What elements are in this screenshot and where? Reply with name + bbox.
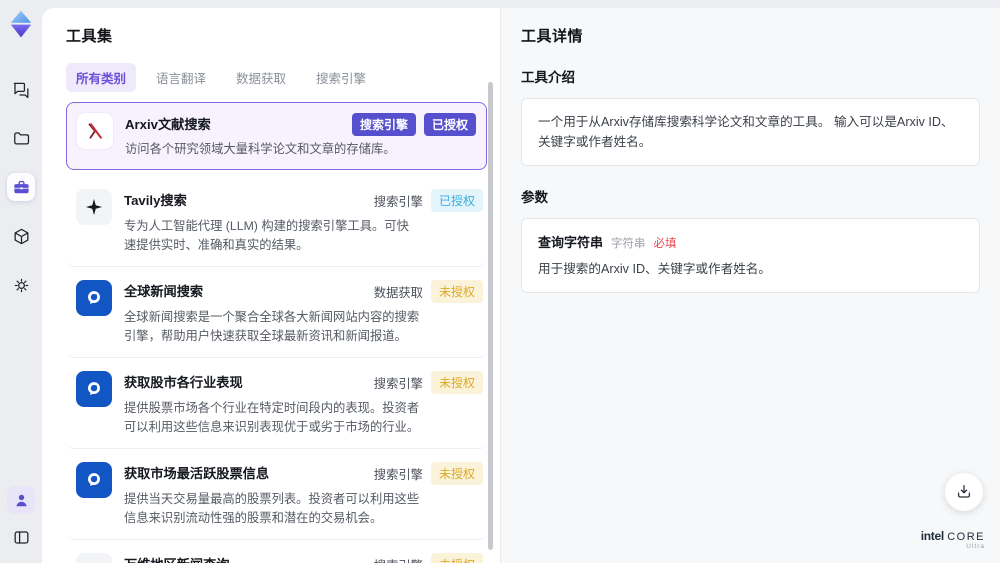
app-root: 工具集 所有类别 语言翻译 数据获取 搜索引擎 Arxiv文献搜索 搜索引擎 已… [0,0,1000,563]
sidebar-item-files[interactable] [7,124,35,152]
tool-status-badge: 已授权 [423,113,476,136]
tool-card-arxiv[interactable]: Arxiv文献搜索 搜索引擎 已授权 访问各个研究领域大量科学论文和文章的存储库… [66,102,487,171]
detail-title: 工具详情 [521,28,584,45]
list-scrollbar[interactable] [488,82,493,550]
tool-name: 获取股市各行业表现 [124,375,243,391]
tool-description: 访问各个研究领域大量科学论文和文章的存储库。 [125,142,396,156]
tool-card-stock-sectors[interactable]: 获取股市各行业表现 搜索引擎 未授权 提供股票市场各个行业在特定时间段内的表现。… [66,358,487,450]
folder-icon [13,131,29,145]
tool-detail-panel: 工具详情 工具介绍 一个用于从Arxiv存储库搜索科学论文和文章的工具。 输入可… [500,8,1000,563]
tool-status-badge: 未授权 [430,280,483,304]
param-name: 查询字符串 [538,235,604,251]
tool-card-global-news[interactable]: 全球新闻搜索 数据获取 未授权 全球新闻搜索是一个聚合全球各大新闻网站内容的搜索… [66,267,487,359]
tool-category-tag: 搜索引擎 [373,194,423,209]
intro-text: 一个用于从Arxiv存储库搜索科学论文和文章的工具。 输入可以是Arxiv ID… [538,115,954,150]
sidebar-item-chat[interactable] [7,75,35,103]
main-panel: 工具集 所有类别 语言翻译 数据获取 搜索引擎 Arxiv文献搜索 搜索引擎 已… [42,8,1000,563]
panel-toggle-icon [14,530,28,544]
app-logo-icon[interactable] [6,9,36,39]
tool-description: 提供股票市场各个行业在特定时间段内的表现。投资者可以利用这些信息来识别表现优于或… [124,401,420,435]
newspaper-icon [76,553,112,563]
parameter-card: 查询字符串 字符串 必填 用于搜索的Arxiv ID、关键字或作者姓名。 [521,218,980,294]
tool-list: Arxiv文献搜索 搜索引擎 已授权 访问各个研究领域大量科学论文和文章的存储库… [66,102,487,563]
brand-core-text: CORE [947,530,985,543]
tool-card-tavily[interactable]: Tavily搜索 搜索引擎 已授权 专为人工智能代理 (LLM) 构建的搜索引擎… [66,176,487,268]
sidebar-item-settings[interactable] [7,271,35,299]
category-tabs: 所有类别 语言翻译 数据获取 搜索引擎 [66,63,500,92]
tool-category-tag: 数据获取 [373,285,423,300]
global-news-logo-icon [76,280,112,317]
tool-status-badge: 未授权 [430,371,483,395]
tool-category-tag: 搜索引擎 [351,113,416,136]
tool-name: 获取市场最活跃股票信息 [124,466,270,482]
sidebar-item-panel-toggle[interactable] [7,523,35,551]
tool-name: Arxiv文献搜索 [125,117,211,132]
sidebar [0,0,42,563]
tool-name: 全球新闻搜索 [124,284,204,300]
params-heading: 参数 [521,190,548,206]
intel-core-badge: intel CORE Ultra [920,528,985,550]
brand-intel-text: intel [920,528,944,543]
brand-sub-text: Ultra [966,542,985,550]
tools-list-panel: 工具集 所有类别 语言翻译 数据获取 搜索引擎 Arxiv文献搜索 搜索引擎 已… [42,8,500,563]
page-title: 工具集 [66,28,113,45]
download-icon [957,484,971,498]
tavily-star-icon [76,189,112,226]
tool-card-regional-news[interactable]: 万维地区新闻查询 搜索引擎 未授权 查询具体行政区划内的新闻，快速了解各地新闻动 [66,540,487,563]
param-type: 字符串 [611,238,646,251]
toolbox-icon [13,180,29,193]
chat-icon [13,82,28,98]
tool-description: 全球新闻搜索是一个聚合全球各大新闻网站内容的搜索引擎，帮助用户快速获取全球最新资… [124,310,420,344]
package-icon [14,228,28,244]
tool-category-tag: 搜索引擎 [373,467,423,482]
settings-gear-icon [14,278,28,292]
sidebar-item-tools[interactable] [7,173,35,201]
tool-status-badge: 未授权 [430,462,483,486]
arxiv-logo-icon [77,113,113,149]
tool-description: 专为人工智能代理 (LLM) 构建的搜索引擎工具。可快速提供实时、准确和真实的结… [124,219,409,253]
tool-status-badge: 已授权 [430,189,483,213]
tool-name: 万维地区新闻查询 [124,553,230,563]
tab-all-categories[interactable]: 所有类别 [66,63,137,92]
tab-search-engine[interactable]: 搜索引擎 [306,63,376,92]
param-required-badge: 必填 [653,238,677,251]
tool-status-badge: 未授权 [430,553,483,563]
tool-category-tag: 搜索引擎 [373,376,423,391]
intro-box: 一个用于从Arxiv存储库搜索科学论文和文章的工具。 输入可以是Arxiv ID… [521,98,980,167]
tool-name: Tavily搜索 [124,193,187,209]
tool-card-active-stocks[interactable]: 获取市场最活跃股票信息 搜索引擎 未授权 提供当天交易量最高的股票列表。投资者可… [66,449,487,541]
profile-icon [15,494,27,506]
stock-logo-icon [76,462,112,499]
tool-description: 提供当天交易量最高的股票列表。投资者可以利用这些信息来识别流动性强的股票和潜在的… [124,492,420,526]
sidebar-item-packages[interactable] [7,222,35,250]
param-description: 用于搜索的Arxiv ID、关键字或作者姓名。 [538,262,771,277]
tool-category-tag: 搜索引擎 [374,556,423,563]
stock-logo-icon [76,371,112,408]
tab-data-acquisition[interactable]: 数据获取 [226,63,296,92]
tab-language-translation[interactable]: 语言翻译 [146,63,216,92]
intro-heading: 工具介绍 [521,70,575,85]
download-button[interactable] [945,473,983,511]
sidebar-item-profile[interactable] [7,486,35,514]
